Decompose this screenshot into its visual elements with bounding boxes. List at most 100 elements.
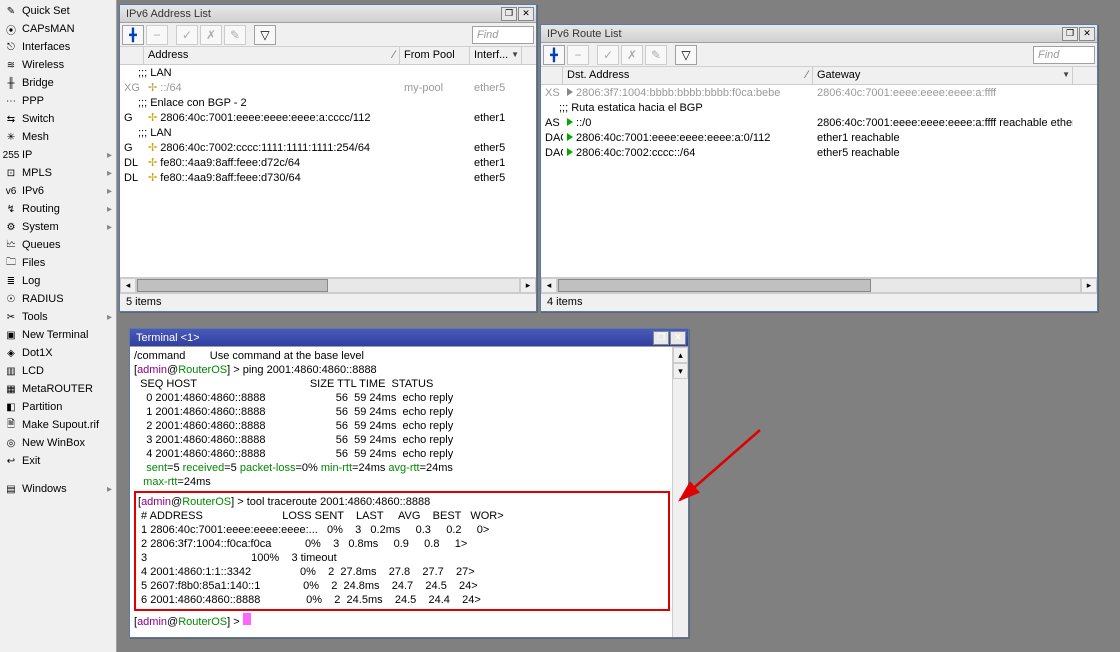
sidebar-item-make-supout-rif[interactable]: 🗎Make Supout.rif: [0, 416, 116, 434]
windows-icon: ▤: [4, 482, 18, 496]
route-icon: [567, 118, 573, 126]
gw-cell: 2806:40c:7001:eeee:eeee:eeee:a:ffff: [813, 87, 1073, 99]
iface-cell: ether5: [470, 172, 522, 184]
sidebar-item-label: IPv6: [22, 185, 44, 197]
sidebar-item-queues[interactable]: 🗠Queues: [0, 236, 116, 254]
sidebar-item-mesh[interactable]: ✳Mesh: [0, 128, 116, 146]
sidebar-item-radius[interactable]: ☉RADIUS: [0, 290, 116, 308]
menu-icon: ✂: [4, 310, 18, 324]
col-flag[interactable]: [120, 47, 144, 64]
enable-button[interactable]: ✓: [597, 45, 619, 65]
add-button[interactable]: ╋: [543, 45, 565, 65]
sidebar-item-dot1x[interactable]: ◈Dot1X: [0, 344, 116, 362]
terminal-body[interactable]: /command Use command at the base level [a…: [130, 347, 688, 637]
address-cell: ✢ 2806:40c:7002:cccc:1111:1111:1111:254/…: [144, 141, 400, 154]
address-cell: ✢ fe80::4aa9:8aff:feee:d72c/64: [144, 156, 400, 169]
sidebar-item-mpls[interactable]: ⊡MPLS: [0, 164, 116, 182]
sidebar-item-label: Wireless: [22, 59, 64, 71]
route-row[interactable]: DAC 2806:40c:7002:cccc::/64ether5 reacha…: [541, 145, 1097, 160]
sidebar-item-switch[interactable]: ⇆Switch: [0, 110, 116, 128]
sidebar-item-tools[interactable]: ✂ Tools: [0, 308, 116, 326]
titlebar[interactable]: IPv6 Address List ❐ ✕: [120, 5, 536, 23]
find-input[interactable]: Find: [472, 26, 534, 44]
col-flag[interactable]: [541, 67, 563, 84]
menu-icon: ⊡: [4, 166, 18, 180]
sidebar-item-label: Mesh: [22, 131, 49, 143]
sidebar-item-partition[interactable]: ◧Partition: [0, 398, 116, 416]
address-row[interactable]: G✢ 2806:40c:7002:cccc:1111:1111:1111:254…: [120, 140, 536, 155]
sidebar-item-ppp[interactable]: ⋯PPP: [0, 92, 116, 110]
menu-icon: ◧: [4, 400, 18, 414]
remove-button[interactable]: −: [567, 45, 589, 65]
sidebar-item-interfaces[interactable]: ⎋Interfaces: [0, 38, 116, 56]
col-gateway[interactable]: Gateway▼: [813, 67, 1073, 84]
find-input[interactable]: Find: [1033, 46, 1095, 64]
terminal-line: /command Use command at the base level: [134, 349, 670, 363]
sidebar-item-new-terminal[interactable]: ▣New Terminal: [0, 326, 116, 344]
col-pool[interactable]: From Pool: [400, 47, 470, 64]
sidebar-item-capsman[interactable]: ⦿CAPsMAN: [0, 20, 116, 38]
grid-header[interactable]: Address∕ From Pool Interf...▼: [120, 47, 536, 65]
sidebar-item-windows[interactable]: ▤ Windows: [0, 480, 116, 498]
sidebar-item-exit[interactable]: ↩Exit: [0, 452, 116, 470]
flag-cell: G: [120, 142, 144, 154]
disable-button[interactable]: ✗: [621, 45, 643, 65]
route-row[interactable]: XS 2806:3f7:1004:bbbb:bbbb:bbbb:f0ca:beb…: [541, 85, 1097, 100]
close-button[interactable]: ✕: [518, 7, 534, 21]
address-row[interactable]: G✢ 2806:40c:7001:eeee:eeee:eeee:a:cccc/1…: [120, 110, 536, 125]
window-title: IPv6 Address List: [122, 8, 501, 20]
menu-icon: ▣: [4, 328, 18, 342]
restore-button[interactable]: ❐: [501, 7, 517, 21]
sidebar-item-label: PPP: [22, 95, 44, 107]
route-row[interactable]: AS ::/02806:40c:7001:eeee:eeee:eeee:a:ff…: [541, 115, 1097, 130]
remove-button[interactable]: −: [146, 25, 168, 45]
sidebar-item-new-winbox[interactable]: ◎New WinBox: [0, 434, 116, 452]
close-button[interactable]: ✕: [1079, 27, 1095, 41]
sidebar-item-system[interactable]: ⚙System: [0, 218, 116, 236]
sidebar-item-ipv6[interactable]: v6IPv6: [0, 182, 116, 200]
gw-cell: ether1 reachable: [813, 132, 1073, 144]
sidebar-item-label: Tools: [22, 311, 48, 323]
route-row[interactable]: DAC 2806:40c:7001:eeee:eeee:eeee:a:0/112…: [541, 130, 1097, 145]
enable-button[interactable]: ✓: [176, 25, 198, 45]
terminal-line: 1 2001:4860:4860::8888 56 59 24ms echo r…: [134, 405, 670, 419]
filter-button[interactable]: ▽: [254, 25, 276, 45]
col-dst[interactable]: Dst. Address∕: [563, 67, 813, 84]
grid-header[interactable]: Dst. Address∕ Gateway▼: [541, 67, 1097, 85]
terminal-prompt[interactable]: [admin@RouterOS] >: [134, 613, 670, 629]
disable-button[interactable]: ✗: [200, 25, 222, 45]
add-button[interactable]: ╋: [122, 25, 144, 45]
sidebar-item-files[interactable]: 🗀Files: [0, 254, 116, 272]
titlebar[interactable]: IPv6 Route List ❐ ✕: [541, 25, 1097, 43]
sidebar-item-label: CAPsMAN: [22, 23, 75, 35]
sidebar-item-label: RADIUS: [22, 293, 64, 305]
sidebar-item-log[interactable]: ≣Log: [0, 272, 116, 290]
address-row[interactable]: XG✢ ::/64my-poolether5: [120, 80, 536, 95]
comment-button[interactable]: ✎: [645, 45, 667, 65]
annotation-arrow: [670, 425, 770, 515]
restore-button[interactable]: ❐: [653, 331, 669, 345]
filter-button[interactable]: ▽: [675, 45, 697, 65]
sidebar-item-bridge[interactable]: ╫Bridge: [0, 74, 116, 92]
titlebar[interactable]: Terminal <1> ❐ ✕: [130, 329, 688, 347]
sidebar-item-lcd[interactable]: ▥LCD: [0, 362, 116, 380]
sidebar-item-routing[interactable]: ↯Routing: [0, 200, 116, 218]
sidebar-item-quick-set[interactable]: ✎Quick Set: [0, 2, 116, 20]
ipv6-route-window: IPv6 Route List ❐ ✕ ╋ − ✓ ✗ ✎ ▽ Find Dst…: [540, 24, 1098, 312]
col-interface[interactable]: Interf...▼: [470, 47, 522, 64]
comment-button[interactable]: ✎: [224, 25, 246, 45]
menu-icon: 🗎: [4, 418, 18, 432]
sidebar-item-ip[interactable]: 255IP: [0, 146, 116, 164]
dst-cell: 2806:3f7:1004:bbbb:bbbb:bbbb:f0ca:bebe: [563, 87, 813, 99]
address-row[interactable]: DL✢ fe80::4aa9:8aff:feee:d730/64ether5: [120, 170, 536, 185]
restore-button[interactable]: ❐: [1062, 27, 1078, 41]
col-address[interactable]: Address∕: [144, 47, 400, 64]
h-scrollbar[interactable]: ◂▸: [541, 277, 1097, 293]
sidebar-item-label: IP: [22, 149, 32, 161]
h-scrollbar[interactable]: ◂▸: [120, 277, 536, 293]
address-row[interactable]: DL✢ fe80::4aa9:8aff:feee:d72c/64ether1: [120, 155, 536, 170]
sidebar-item-wireless[interactable]: ≋Wireless: [0, 56, 116, 74]
sidebar-item-metarouter[interactable]: ▦MetaROUTER: [0, 380, 116, 398]
comment-row: ;;; LAN: [120, 125, 536, 140]
close-button[interactable]: ✕: [670, 331, 686, 345]
